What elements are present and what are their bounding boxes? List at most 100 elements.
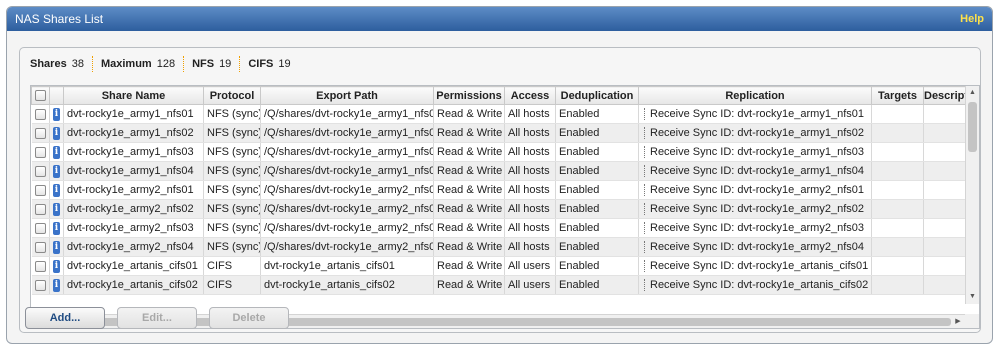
scroll-right-icon[interactable]: ▶ bbox=[951, 315, 965, 329]
row-select-cell[interactable] bbox=[31, 104, 50, 124]
row-checkbox[interactable] bbox=[34, 127, 46, 139]
cell-protocol: CIFS bbox=[203, 256, 261, 276]
header-share-name[interactable]: Share Name bbox=[63, 86, 204, 105]
header-replication[interactable]: Replication bbox=[638, 86, 872, 105]
cell-description bbox=[923, 199, 965, 219]
scroll-up-icon[interactable]: ▲ bbox=[966, 86, 979, 100]
shares-content-panel: Shares 38 Maximum 128 NFS 19 CIFS 19 Sha… bbox=[19, 47, 981, 333]
row-select-cell[interactable] bbox=[31, 199, 50, 219]
cell-description bbox=[923, 142, 965, 162]
edit-button[interactable]: Edit... bbox=[117, 307, 197, 329]
row-info-cell[interactable]: i bbox=[49, 256, 64, 276]
cell-access: All hosts bbox=[504, 142, 556, 162]
row-checkbox[interactable] bbox=[34, 203, 46, 215]
row-checkbox[interactable] bbox=[34, 241, 46, 253]
row-checkbox[interactable] bbox=[34, 222, 46, 234]
shares-table: Share Name Protocol Export Path Permissi… bbox=[30, 85, 980, 329]
header-protocol[interactable]: Protocol bbox=[203, 86, 261, 105]
row-checkbox[interactable] bbox=[34, 260, 46, 272]
cell-deduplication: Enabled bbox=[555, 237, 639, 257]
cell-targets bbox=[871, 199, 924, 219]
cell-protocol: NFS (sync) bbox=[203, 218, 261, 238]
stats-bar: Shares 38 Maximum 128 NFS 19 CIFS 19 bbox=[20, 48, 980, 80]
row-info-cell[interactable]: i bbox=[49, 199, 64, 219]
header-access[interactable]: Access bbox=[504, 86, 556, 105]
cell-export-path: dvt-rocky1e_artanis_cifs01 bbox=[260, 256, 434, 276]
delete-button[interactable]: Delete bbox=[209, 307, 289, 329]
replication-text: Receive Sync ID: dvt-rocky1e_army1_nfs02 bbox=[650, 126, 864, 139]
header-deduplication[interactable]: Deduplication bbox=[555, 86, 639, 105]
info-icon[interactable]: i bbox=[53, 221, 60, 235]
cell-protocol: NFS (sync) bbox=[203, 104, 261, 124]
cell-protocol: NFS (sync) bbox=[203, 142, 261, 162]
row-select-cell[interactable] bbox=[31, 237, 50, 257]
row-select-cell[interactable] bbox=[31, 161, 50, 181]
row-select-cell[interactable] bbox=[31, 218, 50, 238]
cell-permissions: Read & Write bbox=[433, 237, 505, 257]
row-checkbox[interactable] bbox=[34, 108, 46, 120]
info-icon[interactable]: i bbox=[53, 145, 60, 159]
row-select-cell[interactable] bbox=[31, 275, 50, 295]
info-icon[interactable]: i bbox=[53, 183, 60, 197]
row-checkbox[interactable] bbox=[34, 279, 46, 291]
info-icon[interactable]: i bbox=[53, 278, 60, 292]
table-row[interactable]: i dvt-rocky1e_army2_nfs02 NFS (sync)/Q/sha… bbox=[31, 199, 965, 219]
header-targets[interactable]: Targets bbox=[871, 86, 924, 105]
replication-separator bbox=[644, 184, 645, 197]
replication-text: Receive Sync ID: dvt-rocky1e_army1_nfs03 bbox=[650, 145, 864, 158]
info-icon[interactable]: i bbox=[53, 164, 60, 178]
info-icon[interactable]: i bbox=[53, 202, 60, 216]
table-viewport: Share Name Protocol Export Path Permissi… bbox=[31, 86, 965, 304]
replication-separator bbox=[644, 165, 645, 178]
replication-separator bbox=[644, 146, 645, 159]
info-icon[interactable]: i bbox=[53, 259, 60, 273]
table-row[interactable]: i dvt-rocky1e_army2_nfs01 NFS (sync)/Q/sha… bbox=[31, 180, 965, 200]
table-row[interactable]: i dvt-rocky1e_artanis_cifs02 CIFS dvt-rocky… bbox=[31, 275, 965, 295]
row-info-cell[interactable]: i bbox=[49, 218, 64, 238]
select-all-checkbox[interactable] bbox=[35, 90, 46, 102]
header-export-path[interactable]: Export Path bbox=[260, 86, 434, 105]
table-row[interactable]: i dvt-rocky1e_artanis_cifs01 CIFS dvt-rocky… bbox=[31, 256, 965, 276]
row-info-cell[interactable]: i bbox=[49, 123, 64, 143]
info-icon[interactable]: i bbox=[53, 126, 60, 140]
info-icon[interactable]: i bbox=[53, 107, 60, 121]
header-description[interactable]: Description bbox=[923, 86, 965, 105]
cell-export-path: /Q/shares/dvt-rocky1e_army1_nfs04 bbox=[260, 161, 434, 181]
cell-replication: Receive Sync ID: dvt-rocky1e_army2_nfs04 bbox=[638, 237, 872, 257]
row-info-cell[interactable]: i bbox=[49, 180, 64, 200]
row-select-cell[interactable] bbox=[31, 256, 50, 276]
table-row[interactable]: i dvt-rocky1e_army2_nfs03 NFS (sync)/Q/sha… bbox=[31, 218, 965, 238]
scroll-down-icon[interactable]: ▼ bbox=[966, 290, 979, 304]
help-link[interactable]: Help bbox=[960, 13, 984, 25]
cell-access: All users bbox=[504, 275, 556, 295]
table-row[interactable]: i dvt-rocky1e_army2_nfs04 NFS (sync)/Q/sha… bbox=[31, 237, 965, 257]
table-row[interactable]: i dvt-rocky1e_army1_nfs04 NFS (sync)/Q/sha… bbox=[31, 161, 965, 181]
info-icon[interactable]: i bbox=[53, 240, 60, 254]
table-row[interactable]: i dvt-rocky1e_army1_nfs02 NFS (sync)/Q/sha… bbox=[31, 123, 965, 143]
table-row[interactable]: i dvt-rocky1e_army1_nfs01 NFS (sync)/Q/sha… bbox=[31, 104, 965, 124]
header-permissions[interactable]: Permissions bbox=[433, 86, 505, 105]
row-info-cell[interactable]: i bbox=[49, 142, 64, 162]
cell-access: All hosts bbox=[504, 237, 556, 257]
header-select-all[interactable] bbox=[31, 86, 50, 105]
add-button[interactable]: Add... bbox=[25, 307, 105, 329]
vertical-scrollbar[interactable]: ▲ ▼ bbox=[965, 86, 979, 304]
row-checkbox[interactable] bbox=[34, 165, 46, 177]
table-row[interactable]: i dvt-rocky1e_army1_nfs03 NFS (sync)/Q/sha… bbox=[31, 142, 965, 162]
row-info-cell[interactable]: i bbox=[49, 275, 64, 295]
vertical-scroll-thumb[interactable] bbox=[968, 102, 977, 152]
row-info-cell[interactable]: i bbox=[49, 161, 64, 181]
cell-description bbox=[923, 237, 965, 257]
row-select-cell[interactable] bbox=[31, 180, 50, 200]
cell-targets bbox=[871, 123, 924, 143]
row-checkbox[interactable] bbox=[34, 184, 46, 196]
cell-replication: Receive Sync ID: dvt-rocky1e_army2_nfs01 bbox=[638, 180, 872, 200]
row-info-cell[interactable]: i bbox=[49, 104, 64, 124]
cell-deduplication: Enabled bbox=[555, 199, 639, 219]
row-checkbox[interactable] bbox=[34, 146, 46, 158]
row-info-cell[interactable]: i bbox=[49, 237, 64, 257]
row-select-cell[interactable] bbox=[31, 142, 50, 162]
cell-description bbox=[923, 104, 965, 124]
row-select-cell[interactable] bbox=[31, 123, 50, 143]
replication-separator bbox=[644, 203, 645, 216]
